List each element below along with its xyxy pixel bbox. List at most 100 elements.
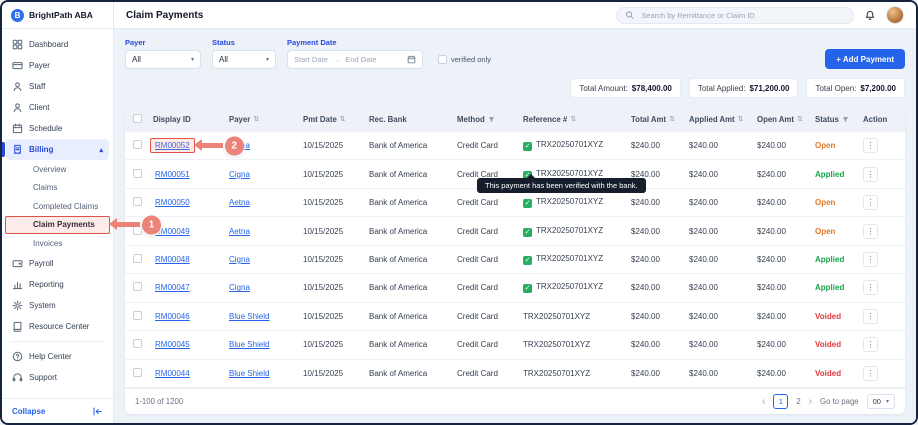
row-checkbox[interactable] bbox=[133, 282, 142, 291]
sidebar-item-client[interactable]: Client bbox=[2, 97, 113, 118]
open-amt-cell: $240.00 bbox=[757, 141, 815, 150]
filter-icon[interactable] bbox=[488, 116, 495, 123]
display-id-link[interactable]: RM00048 bbox=[155, 255, 190, 264]
row-actions-button[interactable]: ⋮ bbox=[863, 280, 878, 295]
total-amt-cell: $240.00 bbox=[631, 283, 689, 292]
payer-link[interactable]: Cigna bbox=[229, 283, 250, 292]
payer-link[interactable]: Blue Shield bbox=[229, 312, 269, 321]
table-row: RM00049Aetna10/15/2025Bank of AmericaCre… bbox=[125, 217, 905, 245]
column-header-payer: Payer⇅ bbox=[229, 115, 303, 124]
payer-link[interactable]: Blue Shield bbox=[229, 369, 269, 378]
sidebar-item-help-center[interactable]: Help Center bbox=[2, 346, 113, 367]
sidebar-item-reporting[interactable]: Reporting bbox=[2, 274, 113, 295]
status-filter-select[interactable]: All ▾ bbox=[212, 50, 276, 69]
user-avatar[interactable] bbox=[886, 6, 904, 24]
payer-link[interactable]: Cigna bbox=[229, 255, 250, 264]
sidebar-item-staff[interactable]: Staff bbox=[2, 76, 113, 97]
verified-check-icon[interactable]: ✓ bbox=[523, 256, 532, 265]
row-checkbox[interactable] bbox=[133, 140, 142, 149]
end-date-placeholder[interactable]: End Date bbox=[345, 55, 376, 64]
page-2-button[interactable]: 2 bbox=[796, 397, 800, 406]
annotation-arrow-icon bbox=[116, 222, 140, 227]
pmt-date-cell: 10/15/2025 bbox=[303, 141, 369, 150]
row-actions-button[interactable]: ⋮ bbox=[863, 167, 878, 182]
pagination: ‹ 1 2 › Go to page 00 ▾ bbox=[762, 394, 895, 409]
sidebar-item-dashboard[interactable]: Dashboard bbox=[2, 34, 113, 55]
payer-link[interactable]: Aetna bbox=[229, 198, 250, 207]
row-actions-button[interactable]: ⋮ bbox=[863, 309, 878, 324]
sidebar-item-system[interactable]: System bbox=[2, 295, 113, 316]
table-footer: 1-100 of 1200 ‹ 1 2 › Go to page 00 ▾ bbox=[125, 388, 905, 414]
verified-check-icon[interactable]: ✓ bbox=[523, 228, 532, 237]
payer-link[interactable]: Aetna bbox=[229, 227, 250, 236]
status-badge: Voided bbox=[815, 369, 863, 378]
sidebar-subitem-overview[interactable]: Overview bbox=[2, 160, 113, 179]
next-page-button[interactable]: › bbox=[809, 396, 812, 407]
sidebar-subitem-completed-claims[interactable]: Completed Claims bbox=[2, 197, 113, 216]
payer-link[interactable]: Cigna bbox=[229, 170, 250, 179]
sidebar-item-schedule[interactable]: Schedule bbox=[2, 118, 113, 139]
notifications-bell-icon[interactable] bbox=[864, 9, 876, 21]
sort-icon[interactable]: ⇅ bbox=[570, 115, 576, 123]
row-actions-button[interactable]: ⋮ bbox=[863, 337, 878, 352]
row-actions-button[interactable]: ⋮ bbox=[863, 195, 878, 210]
sidebar-item-billing[interactable]: Billing▴ bbox=[6, 139, 109, 160]
verified-check-icon[interactable]: ✓ bbox=[523, 199, 532, 208]
row-actions-button[interactable]: ⋮ bbox=[863, 252, 878, 267]
brand[interactable]: B BrightPath ABA bbox=[2, 2, 114, 28]
checkbox-icon[interactable] bbox=[438, 55, 447, 64]
display-id-link[interactable]: RM00051 bbox=[155, 170, 190, 179]
sort-icon[interactable]: ⇅ bbox=[340, 115, 346, 123]
payer-link[interactable]: Blue Shield bbox=[229, 340, 269, 349]
add-payment-button[interactable]: + Add Payment bbox=[825, 49, 905, 69]
reference-cell: ✓TRX20250701XYZ bbox=[523, 254, 631, 265]
display-id-link[interactable]: RM00050 bbox=[155, 198, 190, 207]
display-id-link[interactable]: RM00047 bbox=[155, 283, 190, 292]
prev-page-button[interactable]: ‹ bbox=[762, 396, 765, 407]
sidebar-collapse-button[interactable]: Collapse bbox=[2, 398, 113, 423]
verified-check-icon[interactable]: ✓ bbox=[523, 142, 532, 151]
page-size-select[interactable]: 00 ▾ bbox=[867, 394, 895, 409]
row-checkbox[interactable] bbox=[133, 339, 142, 348]
row-actions-button[interactable]: ⋮ bbox=[863, 138, 878, 153]
sidebar-item-payer[interactable]: Payer bbox=[2, 55, 113, 76]
rec-bank-cell: Bank of America bbox=[369, 340, 457, 349]
select-all-checkbox[interactable] bbox=[133, 114, 142, 123]
verified-only-checkbox[interactable]: verified only bbox=[438, 55, 491, 64]
display-id-link[interactable]: RM00052 bbox=[155, 141, 190, 150]
row-checkbox[interactable] bbox=[133, 197, 142, 206]
global-search[interactable] bbox=[616, 7, 854, 24]
sidebar-item-support[interactable]: Support bbox=[2, 367, 113, 388]
brand-name: BrightPath ABA bbox=[29, 10, 93, 20]
sort-icon[interactable]: ⇅ bbox=[797, 115, 803, 123]
row-actions-button[interactable]: ⋮ bbox=[863, 224, 878, 239]
verified-check-icon[interactable]: ✓ bbox=[523, 284, 532, 293]
payer-filter-select[interactable]: All ▾ bbox=[125, 50, 201, 69]
topbar-right bbox=[616, 6, 916, 24]
row-checkbox[interactable] bbox=[133, 254, 142, 263]
payment-date-range[interactable]: Start Date → End Date bbox=[287, 50, 423, 69]
table-row: RM00045Blue Shield10/15/2025Bank of Amer… bbox=[125, 331, 905, 359]
sort-icon[interactable]: ⇅ bbox=[738, 115, 744, 123]
sidebar-item-resource-center[interactable]: Resource Center bbox=[2, 316, 113, 337]
start-date-placeholder[interactable]: Start Date bbox=[294, 55, 328, 64]
search-icon bbox=[625, 10, 634, 20]
row-actions-button[interactable]: ⋮ bbox=[863, 366, 878, 381]
sidebar-subitem-invoices[interactable]: Invoices bbox=[2, 234, 113, 253]
payer-icon bbox=[12, 60, 23, 71]
sort-icon[interactable]: ⇅ bbox=[669, 115, 675, 123]
applied-amt-cell: $240.00 bbox=[689, 369, 757, 378]
search-input[interactable] bbox=[639, 10, 845, 21]
sort-icon[interactable]: ⇅ bbox=[253, 115, 259, 123]
sidebar-item-payroll[interactable]: Payroll bbox=[2, 253, 113, 274]
display-id-link[interactable]: RM00044 bbox=[155, 369, 190, 378]
filter-icon[interactable] bbox=[842, 116, 849, 123]
row-checkbox[interactable] bbox=[133, 368, 142, 377]
page-1-button[interactable]: 1 bbox=[773, 394, 788, 409]
sidebar-subitem-claim-payments[interactable]: Claim Payments1 bbox=[2, 216, 113, 235]
sidebar-subitem-claims[interactable]: Claims bbox=[2, 179, 113, 198]
row-checkbox[interactable] bbox=[133, 311, 142, 320]
row-checkbox[interactable] bbox=[133, 169, 142, 178]
display-id-link[interactable]: RM00046 bbox=[155, 312, 190, 321]
display-id-link[interactable]: RM00045 bbox=[155, 340, 190, 349]
